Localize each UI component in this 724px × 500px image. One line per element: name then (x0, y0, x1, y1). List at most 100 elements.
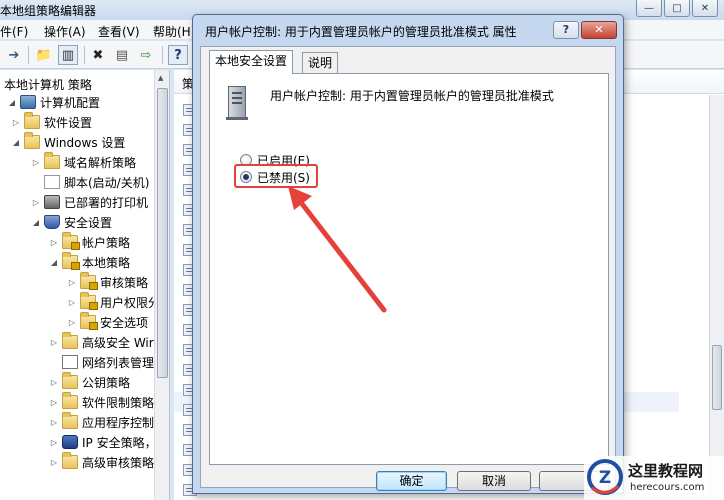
tree-item[interactable]: ▷ 用户权限分 (66, 292, 160, 312)
tree-item[interactable]: 网络列表管理 (48, 352, 154, 372)
tree-item-label[interactable]: 软件设置 (44, 114, 92, 131)
tree-item-label[interactable]: 公钥策略 (82, 374, 130, 391)
tree-item-label[interactable]: 软件限制策略 (82, 394, 154, 411)
collapsed-arrow-icon[interactable]: ▷ (66, 318, 78, 327)
dialog-close-button[interactable]: ✕ (581, 21, 617, 39)
lockfolder-icon (62, 252, 80, 270)
watermark-logo-letter: Z (599, 468, 611, 488)
lockfolder-icon (62, 232, 80, 250)
tree-root-label[interactable]: 本地计算机 策略 (4, 76, 92, 93)
tree-pane[interactable]: 本地计算机 策略 ◢ 计算机配置 ▷ 软件设置 ◢ Windows 设置 ▷ 域名解析策略 脚本… (0, 70, 170, 500)
export-icon[interactable]: ⇨ (136, 45, 156, 65)
properties-icon[interactable]: ▤ (112, 45, 132, 65)
menu-file[interactable]: 文件(F) (0, 23, 28, 40)
delete-icon[interactable]: ✖ (88, 45, 108, 65)
help-icon[interactable]: ? (168, 45, 188, 65)
folder-icon (62, 332, 78, 349)
watermark-logo-icon: Z (587, 459, 623, 495)
tree-item-label[interactable]: 已部署的打印机 (64, 194, 148, 211)
tree-item-label[interactable]: 网络列表管理 (82, 354, 154, 371)
tree-item[interactable]: ▷ 审核策略 (66, 272, 148, 292)
minimize-button[interactable]: — (636, 0, 662, 17)
collapsed-arrow-icon[interactable]: ▷ (30, 158, 42, 167)
tree-item[interactable]: ▷ 软件限制策略 (48, 392, 154, 412)
watermark-title: 这里教程网 (628, 462, 704, 480)
lockfolder-icon (80, 292, 98, 310)
tree-item-label[interactable]: 脚本(启动/关机) (64, 174, 149, 191)
lockfolder-icon (80, 312, 98, 330)
tree-scroll-thumb[interactable] (157, 88, 168, 378)
tree-item-label[interactable]: 高级安全 Wir (82, 334, 154, 351)
tree-item[interactable]: ◢ Windows 设置 (10, 132, 125, 152)
ipsec-icon (62, 435, 78, 449)
tree-item[interactable]: ▷ 公钥策略 (48, 372, 130, 392)
collapsed-arrow-icon[interactable]: ▷ (48, 398, 60, 407)
tree-item-label[interactable]: 帐户策略 (82, 234, 130, 251)
tree-item[interactable]: ▷ 高级安全 Wir (48, 332, 154, 352)
tree-item[interactable]: ▷ 域名解析策略 (30, 152, 136, 172)
tree-item[interactable]: ◢ 计算机配置 (6, 92, 100, 112)
folder-icon (62, 392, 78, 409)
tree-item[interactable]: ▷ 应用程序控制 (48, 412, 154, 432)
window-close-button[interactable]: ✕ (692, 0, 718, 17)
menu-action[interactable]: 操作(A) (44, 23, 86, 40)
folder-icon (44, 152, 60, 169)
collapsed-arrow-icon[interactable]: ▷ (66, 298, 78, 307)
dialog-body: 本地安全设置 说明 用户帐户控制: 用于内置管理员帐户的管理员批准模式 已启用(… (200, 46, 616, 491)
tree-item-label[interactable]: 应用程序控制 (82, 414, 154, 431)
expanded-arrow-icon[interactable]: ◢ (6, 98, 18, 107)
tree-item-label[interactable]: 审核策略 (100, 274, 148, 291)
forward-arrow-icon[interactable]: ➔ (4, 45, 24, 65)
collapsed-arrow-icon[interactable]: ▷ (48, 238, 60, 247)
collapsed-arrow-icon[interactable]: ▷ (48, 458, 60, 467)
collapsed-arrow-icon[interactable]: ▷ (10, 118, 22, 127)
tree-item-label[interactable]: Windows 设置 (44, 134, 125, 151)
up-folder-icon[interactable]: 📁 (34, 45, 54, 65)
tree-item[interactable]: ▷ 帐户策略 (48, 232, 130, 252)
collapsed-arrow-icon[interactable]: ▷ (30, 198, 42, 207)
folder-icon (62, 372, 78, 389)
tree-item[interactable]: ▷ IP 安全策略， (48, 432, 157, 452)
tree-item[interactable]: ◢ 安全设置 (30, 212, 112, 232)
printer-icon (44, 195, 60, 209)
maximize-button[interactable]: □ (664, 0, 690, 17)
menu-help[interactable]: 帮助(H) (153, 23, 195, 40)
tree-item-label[interactable]: IP 安全策略， (82, 434, 157, 451)
expanded-arrow-icon[interactable]: ◢ (48, 258, 60, 267)
tree-item-label[interactable]: 高级审核策略 (82, 454, 154, 471)
tree-item[interactable]: ▷ 已部署的打印机 (30, 192, 148, 212)
tab-local-security-setting[interactable]: 本地安全设置 (209, 50, 294, 74)
tab-explain[interactable]: 说明 (302, 52, 339, 74)
tree-item[interactable]: ▷ 安全选项 (66, 312, 148, 332)
tree-item-label[interactable]: 域名解析策略 (64, 154, 136, 171)
cancel-button[interactable]: 取消 (457, 471, 531, 491)
tree-scrollbar[interactable]: ▲ (154, 70, 169, 500)
dialog-title: 用户帐户控制: 用于内置管理员帐户的管理员批准模式 属性 (205, 25, 517, 39)
tree-item-label[interactable]: 安全选项 (100, 314, 148, 331)
expanded-arrow-icon[interactable]: ◢ (10, 138, 22, 147)
tree-item[interactable]: ▷ 软件设置 (10, 112, 92, 132)
dialog-help-button[interactable]: ? (553, 21, 579, 39)
tree-item-label[interactable]: 用户权限分 (100, 294, 160, 311)
ok-button[interactable]: 确定 (376, 471, 447, 491)
tree-item-label[interactable]: 安全设置 (64, 214, 112, 231)
shield-icon (44, 215, 60, 229)
tree-item[interactable]: 脚本(启动/关机) (30, 172, 149, 192)
collapsed-arrow-icon[interactable]: ▷ (48, 338, 60, 347)
list-scrollbar[interactable] (709, 95, 724, 500)
collapsed-arrow-icon[interactable]: ▷ (48, 438, 60, 447)
collapsed-arrow-icon[interactable]: ▷ (48, 418, 60, 427)
show-tree-icon[interactable]: ▥ (58, 45, 78, 65)
tree-item-label[interactable]: 计算机配置 (40, 94, 100, 111)
list-scroll-thumb[interactable] (712, 345, 722, 410)
collapsed-arrow-icon[interactable]: ▷ (66, 278, 78, 287)
scroll-up-arrow-icon[interactable]: ▲ (158, 74, 163, 82)
expanded-arrow-icon[interactable]: ◢ (30, 218, 42, 227)
tree-item[interactable]: ▷ 高级审核策略 (48, 452, 154, 472)
collapsed-arrow-icon[interactable]: ▷ (48, 378, 60, 387)
menu-view[interactable]: 查看(V) (98, 23, 140, 40)
pc-icon (20, 95, 36, 109)
folder-icon (24, 132, 40, 149)
tree-item[interactable]: ◢ 本地策略 (48, 252, 130, 272)
tree-item-label[interactable]: 本地策略 (82, 254, 130, 271)
